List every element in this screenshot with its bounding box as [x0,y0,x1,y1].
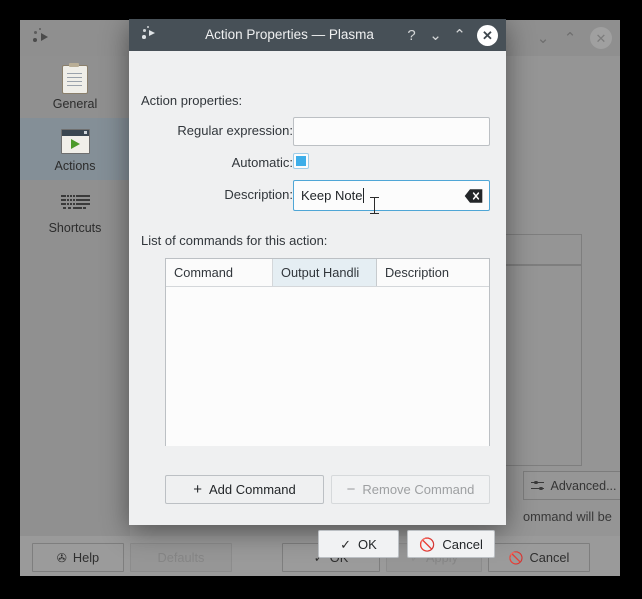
dialog-body: Action properties: Regular expression: A… [129,51,506,558]
column-header-command[interactable]: Command [166,259,273,286]
minus-icon: − [346,481,356,498]
sidebar-item-label: Actions [54,158,96,173]
checkbox-fill [296,156,306,166]
maximize-icon[interactable]: ⌃ [563,31,577,46]
defaults-button[interactable]: Defaults [130,543,232,572]
dialog-ok-button[interactable]: ✓ OK [318,530,399,558]
screen: ⌄ ⌃ ✕ General Actions Shortcuts Advanced… [0,0,642,599]
help-icon[interactable]: ? [405,28,418,43]
action-properties-label: Action properties: [141,93,243,108]
regular-expression-input[interactable] [293,117,490,146]
action-properties-dialog[interactable]: Action Properties — Plasma ? ⌄ ⌃ ✕ Actio… [129,19,506,558]
column-header-output-handling[interactable]: Output Handli [273,259,377,286]
sidebar[interactable]: General Actions Shortcuts [20,56,130,536]
shade-icon[interactable]: ⌄ [536,31,550,46]
cancel-button[interactable]: 🚫 Cancel [488,543,590,572]
shade-icon[interactable]: ⌄ [429,28,442,43]
sidebar-item-general[interactable]: General [20,56,130,118]
dialog-cancel-button[interactable]: 🚫 Cancel [407,530,495,558]
background-titlebar-controls[interactable]: ⌄ ⌃ ✕ [536,20,612,56]
help-button-label: Help [72,550,100,565]
sidebar-item-label: Shortcuts [48,220,102,235]
sidebar-item-label: General [52,96,98,111]
maximize-icon[interactable]: ⌃ [453,28,466,43]
ban-icon: 🚫 [419,536,436,552]
clipboard-icon [60,62,90,94]
dialog-cancel-label: Cancel [442,536,483,552]
text-cursor-pointer [370,197,379,214]
column-header-description[interactable]: Description [377,259,489,286]
sidebar-item-shortcuts[interactable]: Shortcuts [20,180,130,242]
advanced-button[interactable]: Advanced... [523,471,620,500]
commands-table-body[interactable] [166,287,489,446]
text-caret [363,188,365,203]
cancel-button-label: Cancel [529,550,570,565]
close-icon[interactable]: ✕ [590,27,612,49]
keyboard-icon [60,188,90,218]
automatic-label: Automatic: [231,155,293,170]
description-value: Keep Note [301,188,363,203]
dialog-titlebar[interactable]: Action Properties — Plasma ? ⌄ ⌃ ✕ [129,19,506,51]
add-command-label: Add Command [209,482,296,497]
sidebar-item-actions[interactable]: Actions [20,118,130,180]
dialog-ok-label: OK [358,536,377,552]
commands-table-header: Command Output Handli Description [166,259,489,287]
remove-command-label: Remove Command [362,482,475,497]
close-icon[interactable]: ✕ [477,24,498,46]
help-icon: ✇ [56,550,67,565]
add-command-button[interactable]: + Add Command [165,475,324,504]
commands-table[interactable]: Command Output Handli Description [165,258,490,446]
advanced-button-label: Advanced... [550,478,617,493]
clear-text-icon[interactable] [464,188,483,203]
remove-command-button[interactable]: − Remove Command [331,475,490,504]
ban-icon: 🚫 [508,550,524,565]
plus-icon: + [193,481,203,498]
automatic-checkbox[interactable] [293,153,309,169]
description-label: Description: [224,187,293,202]
check-icon: ✓ [340,536,352,552]
background-help-text-line-1: ommand will be [523,509,612,524]
commands-list-label: List of commands for this action: [141,233,328,248]
dialog-titlebar-controls[interactable]: ? ⌄ ⌃ ✕ [405,19,498,51]
actions-window-play-icon [60,126,90,156]
sliders-icon [531,480,545,491]
help-button[interactable]: ✇ Help [32,543,124,572]
klipper-icon [32,28,52,48]
description-input[interactable]: Keep Note [293,180,490,211]
regular-expression-label: Regular expression: [177,123,293,138]
defaults-button-label: Defaults [157,550,205,565]
